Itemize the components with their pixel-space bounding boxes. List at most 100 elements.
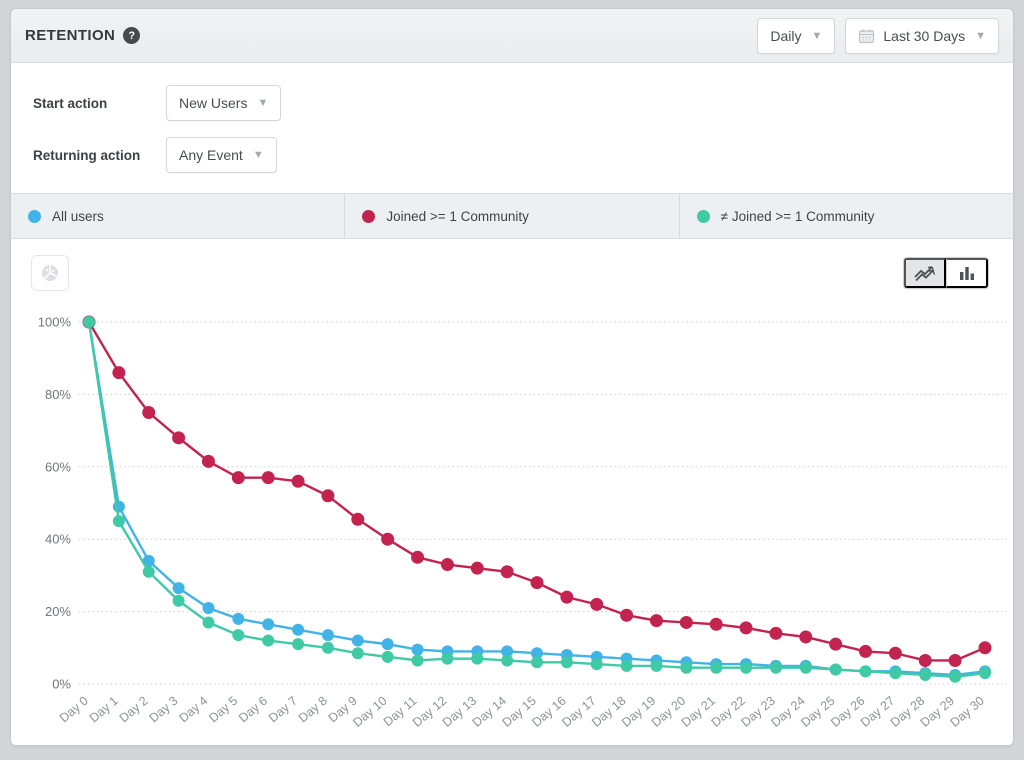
data-point[interactable] [113, 501, 125, 513]
date-range-dropdown[interactable]: Last 30 Days ▼ [845, 18, 999, 54]
series-line [89, 322, 985, 677]
data-point[interactable] [680, 662, 692, 674]
data-point[interactable] [352, 635, 364, 647]
data-point[interactable] [740, 621, 753, 634]
data-point[interactable] [799, 630, 812, 643]
data-point[interactable] [292, 638, 304, 650]
returning-action-value: Any Event [179, 147, 243, 163]
data-point[interactable] [202, 616, 214, 628]
data-point[interactable] [561, 656, 573, 668]
data-point[interactable] [620, 609, 633, 622]
data-point[interactable] [471, 562, 484, 575]
data-point[interactable] [262, 618, 274, 630]
data-point[interactable] [770, 662, 782, 674]
data-point[interactable] [382, 638, 394, 650]
data-point[interactable] [352, 647, 364, 659]
x-tick-label: Day 3 [147, 694, 181, 726]
data-point[interactable] [381, 533, 394, 546]
data-point[interactable] [680, 616, 693, 629]
data-point[interactable] [441, 558, 454, 571]
data-point[interactable] [501, 565, 514, 578]
y-tick-label: 80% [45, 387, 71, 402]
data-point[interactable] [321, 489, 334, 502]
data-point[interactable] [322, 629, 334, 641]
granularity-dropdown[interactable]: Daily ▼ [757, 18, 835, 54]
data-point[interactable] [412, 654, 424, 666]
data-point[interactable] [889, 647, 902, 660]
bar-chart-toggle-button[interactable] [946, 258, 988, 288]
legend-tab-joined-community[interactable]: Joined >= 1 Community [345, 194, 679, 238]
data-point[interactable] [351, 513, 364, 526]
start-action-label: Start action [33, 96, 166, 111]
data-point[interactable] [202, 455, 215, 468]
data-point[interactable] [949, 671, 961, 683]
data-point[interactable] [591, 658, 603, 670]
data-point[interactable] [412, 644, 424, 656]
data-point[interactable] [142, 406, 155, 419]
data-point[interactable] [292, 475, 305, 488]
data-point[interactable] [710, 662, 722, 674]
data-point[interactable] [112, 366, 125, 379]
y-tick-label: 20% [45, 604, 71, 619]
data-point[interactable] [531, 576, 544, 589]
data-point[interactable] [292, 624, 304, 636]
chevron-down-icon: ▼ [253, 149, 264, 161]
data-point[interactable] [501, 654, 513, 666]
data-point[interactable] [919, 669, 931, 681]
chevron-down-icon: ▼ [257, 97, 268, 109]
data-point[interactable] [621, 660, 633, 672]
data-point[interactable] [859, 645, 872, 658]
data-point[interactable] [232, 471, 245, 484]
chevron-down-icon: ▼ [975, 30, 986, 42]
data-point[interactable] [829, 638, 842, 651]
data-point[interactable] [830, 664, 842, 676]
data-point[interactable] [769, 627, 782, 640]
returning-action-label: Returning action [33, 148, 166, 163]
x-tick-label: Day 10 [350, 694, 389, 730]
data-point[interactable] [411, 551, 424, 564]
data-point[interactable] [232, 613, 244, 625]
data-point[interactable] [232, 629, 244, 641]
data-point[interactable] [740, 662, 752, 674]
data-point[interactable] [800, 662, 812, 674]
chart-panel: 0%20%40%60%80%100%Day 0Day 1Day 2Day 3Da… [11, 239, 1013, 746]
data-point[interactable] [979, 667, 991, 679]
data-point[interactable] [531, 656, 543, 668]
data-point[interactable] [471, 653, 483, 665]
x-tick-label: Day 2 [117, 694, 151, 726]
data-point[interactable] [143, 566, 155, 578]
data-point[interactable] [202, 602, 214, 614]
data-point[interactable] [919, 654, 932, 667]
start-action-dropdown[interactable]: New Users ▼ [166, 85, 281, 121]
x-tick-label: Day 4 [176, 694, 210, 726]
data-point[interactable] [949, 654, 962, 667]
data-point[interactable] [560, 591, 573, 604]
data-point[interactable] [83, 316, 95, 328]
data-point[interactable] [889, 667, 901, 679]
data-point[interactable] [262, 471, 275, 484]
line-chart-toggle-button[interactable] [904, 258, 946, 288]
data-point[interactable] [173, 582, 185, 594]
data-point[interactable] [590, 598, 603, 611]
legend-tab-all-users[interactable]: All users [11, 194, 345, 238]
data-point[interactable] [113, 515, 125, 527]
data-point[interactable] [441, 653, 453, 665]
help-icon[interactable]: ? [123, 27, 140, 44]
data-point[interactable] [322, 642, 334, 654]
data-point[interactable] [860, 665, 872, 677]
data-point[interactable] [710, 618, 723, 631]
data-point[interactable] [173, 595, 185, 607]
data-point[interactable] [650, 660, 662, 672]
data-point[interactable] [979, 641, 992, 654]
data-point[interactable] [650, 614, 663, 627]
data-point[interactable] [172, 431, 185, 444]
data-point[interactable] [382, 651, 394, 663]
start-action-row: Start action New Users ▼ [33, 85, 999, 121]
segment-button[interactable] [31, 255, 69, 291]
returning-action-dropdown[interactable]: Any Event ▼ [166, 137, 277, 173]
returning-action-row: Returning action Any Event ▼ [33, 137, 999, 173]
retention-report-card: RETENTION ? Daily ▼ L [10, 8, 1014, 746]
legend-tab-not-joined-community[interactable]: ≠ Joined >= 1 Community [680, 194, 1013, 238]
legend-label: All users [52, 209, 104, 224]
data-point[interactable] [262, 635, 274, 647]
